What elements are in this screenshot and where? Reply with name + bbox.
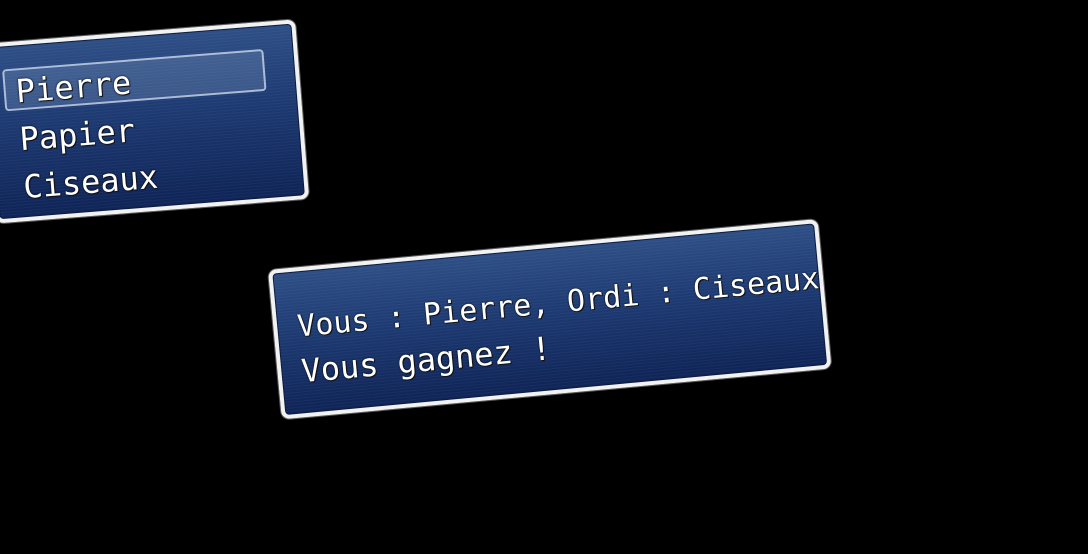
choice-label: Papier xyxy=(18,111,137,159)
result-text: Vous : Pierre, Ordi : Ciseaux xyxy=(295,261,821,345)
message-window[interactable]: Vous : Pierre, Ordi : Ciseaux Vous gagne… xyxy=(268,219,832,420)
choice-list: Pierre Papier Ciseaux xyxy=(0,46,300,212)
choice-label: Ciseaux xyxy=(21,157,160,207)
game-screen: Pierre Papier Ciseaux Vous : Pierre, Ord… xyxy=(0,0,1088,554)
choice-label: Pierre xyxy=(14,63,133,111)
choice-window: Pierre Papier Ciseaux xyxy=(0,19,310,224)
